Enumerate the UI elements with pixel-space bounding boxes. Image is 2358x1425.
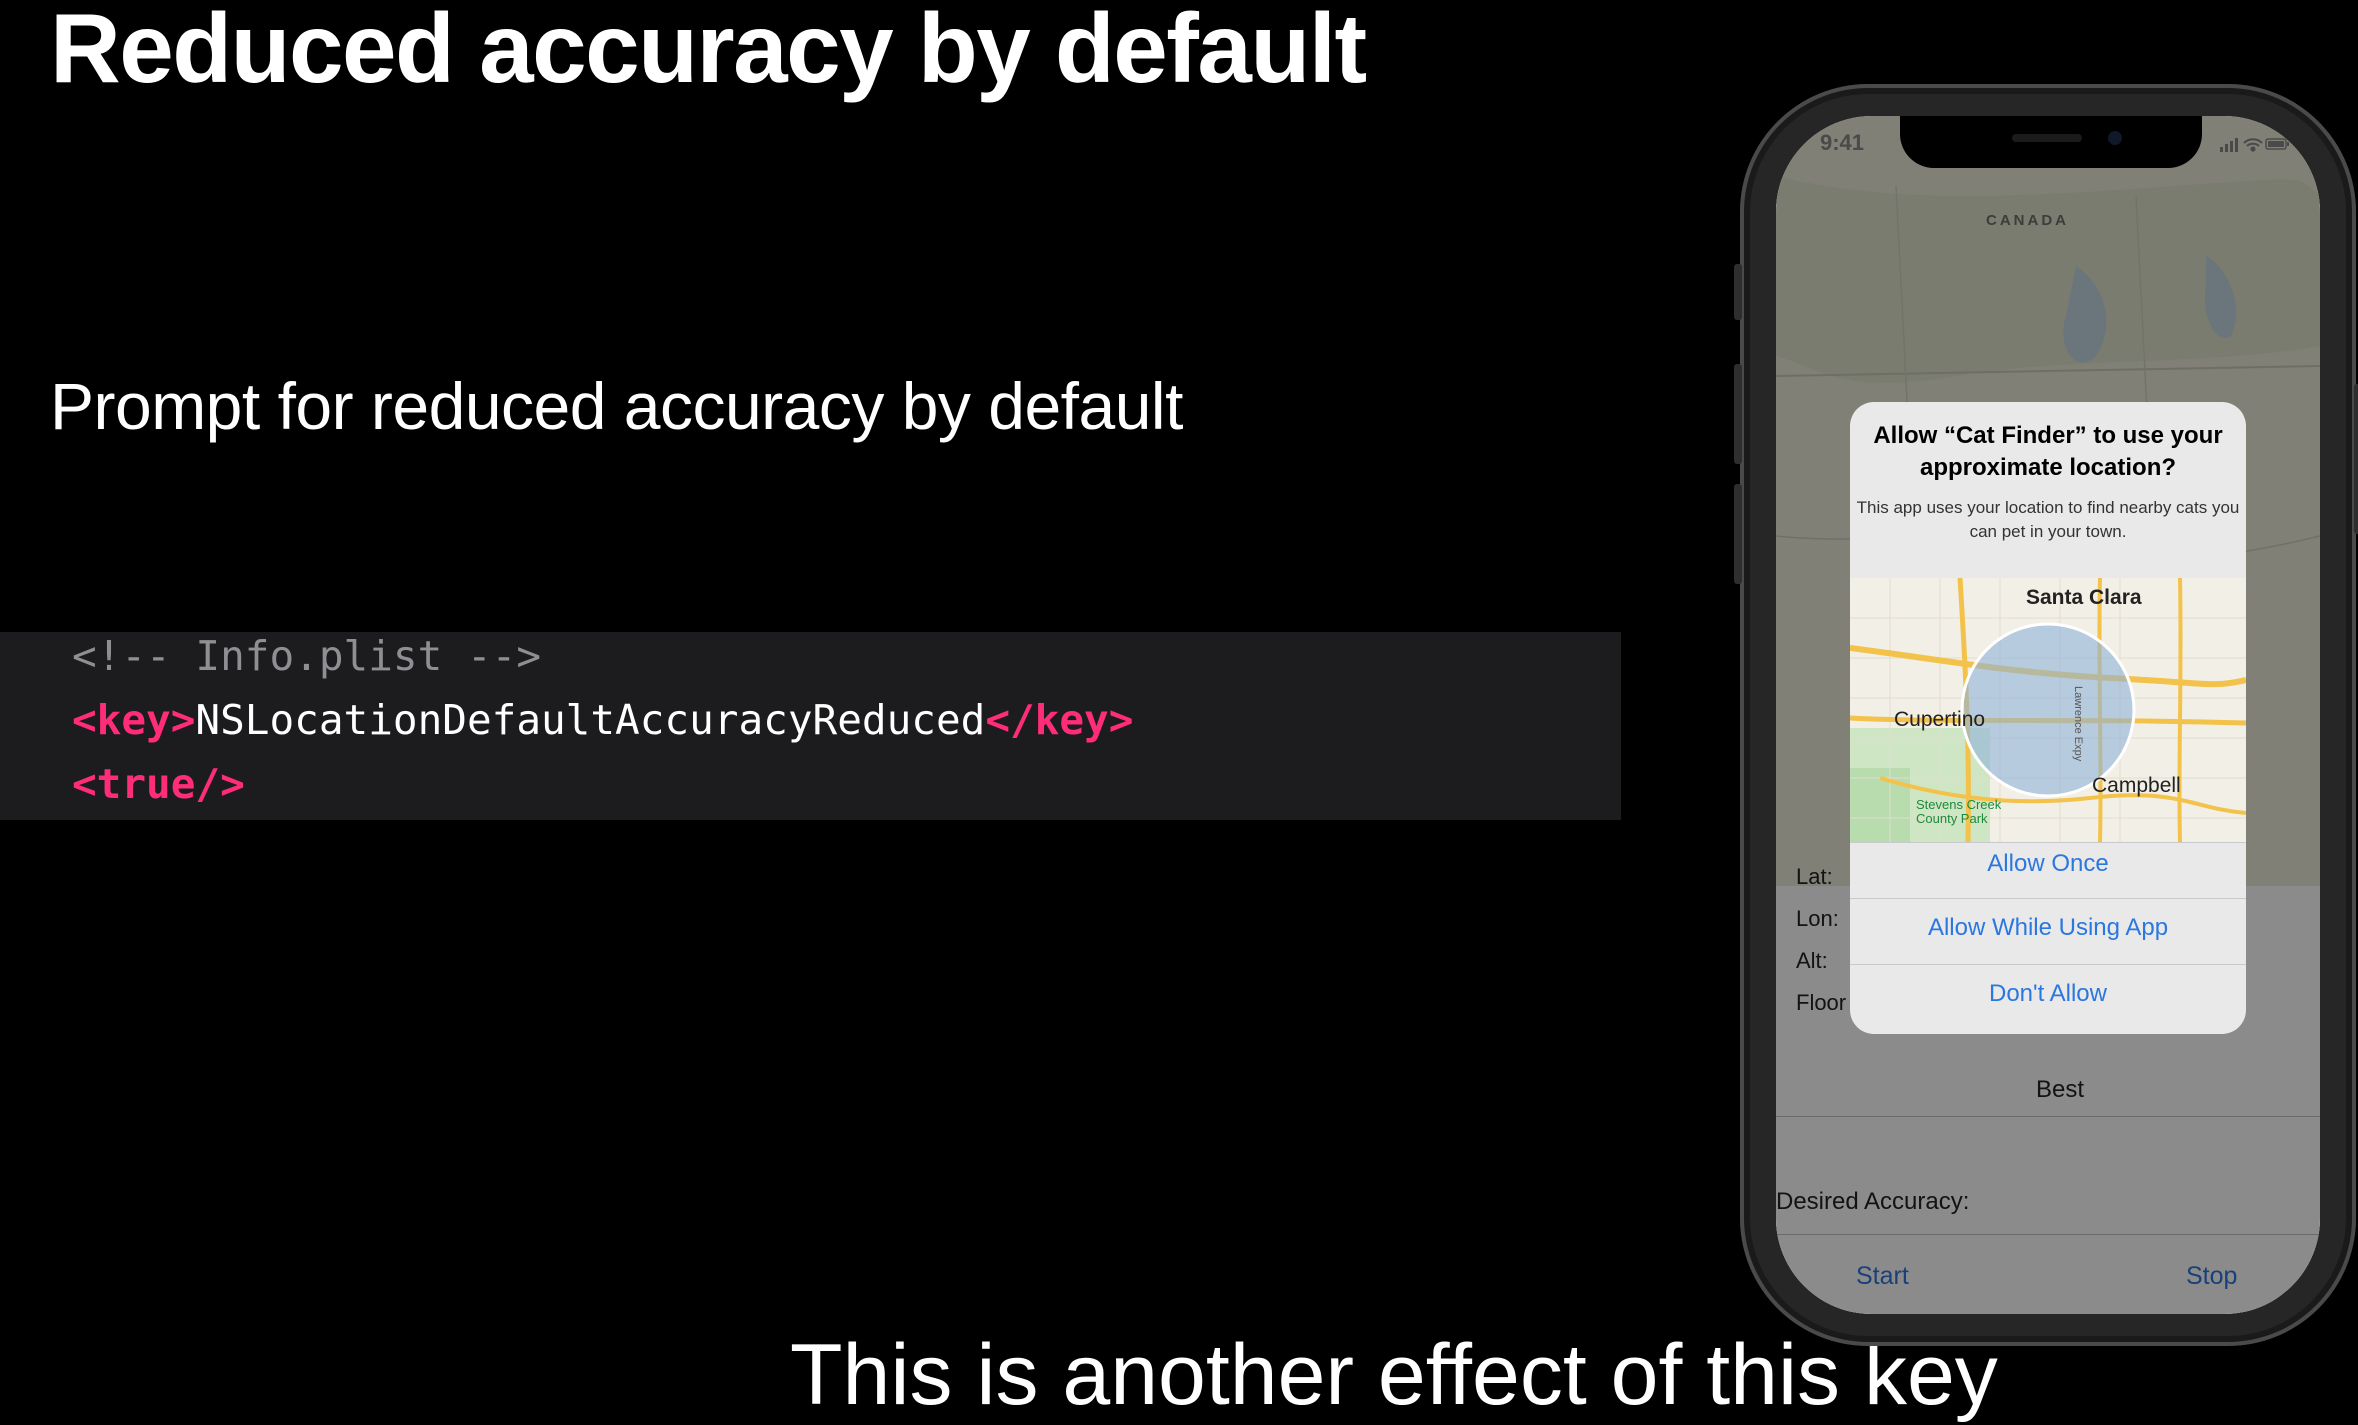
dont-allow-button[interactable]: Don't Allow xyxy=(1850,980,2246,1008)
cupertino-label: Cupertino xyxy=(1894,708,1986,731)
status-icons xyxy=(2220,138,2289,152)
side-button xyxy=(2354,384,2358,534)
allow-while-using-button[interactable]: Allow While Using App xyxy=(1850,914,2246,942)
location-permission-alert: Allow “Cat Finder” to use your approxima… xyxy=(1850,402,2246,1034)
approximate-location-map: Santa Clara Cupertino Campbell Stevens C… xyxy=(1850,578,2246,842)
santa-clara-label: Santa Clara xyxy=(2026,586,2142,609)
slide-title: Reduced accuracy by default xyxy=(50,0,1367,103)
alert-divider-2 xyxy=(1850,898,2246,899)
key-close-tag: </key> xyxy=(985,696,1134,744)
expressway-label: Lawrence Expy xyxy=(2072,686,2084,762)
allow-once-button[interactable]: Allow Once xyxy=(1850,850,2246,878)
alert-message: This app uses your location to find near… xyxy=(1856,498,2240,541)
front-camera xyxy=(2108,131,2122,145)
volume-up-button xyxy=(1734,364,1742,464)
key-open-tag: <key> xyxy=(72,696,196,744)
phone-screen: CANADA Lat: Lon: Alt: Floor Best Desired… xyxy=(1776,116,2320,1314)
iphone-mockup: CANADA Lat: Lon: Alt: Floor Best Desired… xyxy=(1734,84,2358,1346)
battery-icon xyxy=(2265,138,2289,150)
park-label: Stevens Creek County Park xyxy=(1916,797,2002,826)
code-line-key: <key>NSLocationDefaultAccuracyReduced</k… xyxy=(72,696,1133,744)
speaker-grille xyxy=(2012,134,2082,142)
volume-down-button xyxy=(1734,484,1742,584)
alert-divider-1 xyxy=(1850,842,2246,843)
campbell-label: Campbell xyxy=(2092,774,2181,797)
code-block: <!-- Info.plist --> <key>NSLocationDefau… xyxy=(0,632,1621,820)
slide-bullet: Prompt for reduced accuracy by default xyxy=(50,369,1183,443)
alert-divider-3 xyxy=(1850,964,2246,965)
signal-icon xyxy=(2220,138,2238,152)
subtitle-caption: This is another effect of this key xyxy=(790,1327,1998,1423)
phone-notch xyxy=(1900,116,2202,168)
alert-title: Allow “Cat Finder” to use your approxima… xyxy=(1873,422,2223,481)
wifi-icon xyxy=(2243,138,2263,152)
code-comment: <!-- Info.plist --> xyxy=(72,632,541,680)
status-time: 9:41 xyxy=(1820,130,1865,155)
mute-switch xyxy=(1734,264,1742,320)
key-value: NSLocationDefaultAccuracyReduced xyxy=(195,696,986,744)
true-tag: <true/> xyxy=(72,760,245,808)
code-line-true: <true/> xyxy=(72,760,245,808)
